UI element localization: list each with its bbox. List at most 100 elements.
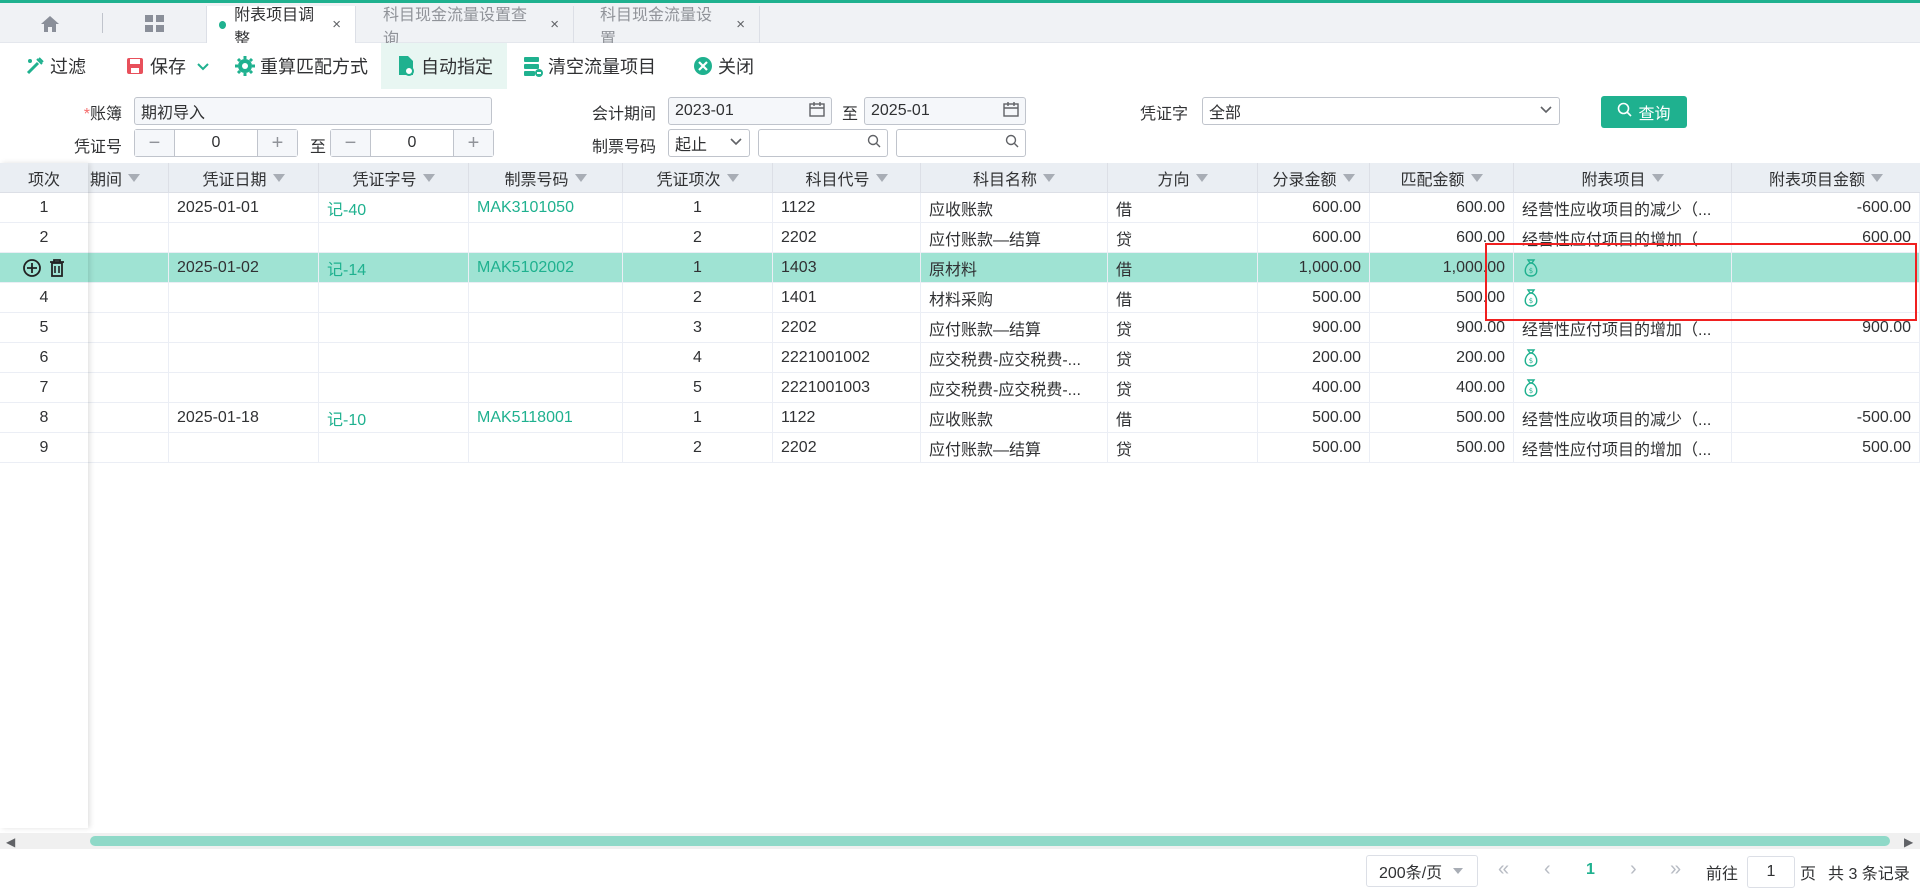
- scroll-right-arrow-icon[interactable]: ▶: [1904, 835, 1913, 849]
- filter-funnel-icon[interactable]: [272, 174, 285, 182]
- index-cell: 7: [0, 373, 88, 403]
- calendar-icon[interactable]: [809, 101, 825, 122]
- grid-menu-icon[interactable]: [140, 11, 170, 37]
- filter-funnel-icon[interactable]: [1195, 174, 1208, 182]
- money-bag-icon[interactable]: $: [1522, 378, 1540, 398]
- voucher-no-to-value[interactable]: 0: [371, 130, 453, 156]
- header-item[interactable]: 凭证项次: [623, 163, 773, 193]
- filter-funnel-icon[interactable]: [726, 174, 739, 182]
- header-dir[interactable]: 方向: [1108, 163, 1258, 193]
- recalc-match-button[interactable]: 重算匹配方式: [234, 43, 368, 89]
- ticket-from-input[interactable]: [758, 129, 888, 157]
- period-from-field[interactable]: 2023-01: [668, 97, 832, 125]
- save-dropdown-icon[interactable]: [196, 56, 210, 77]
- scrollbar-thumb[interactable]: [90, 836, 1890, 846]
- ticket-to-input[interactable]: [896, 129, 1026, 157]
- cell-sched[interactable]: 经营性应收项目的减少（...: [1514, 403, 1732, 433]
- cell-sched[interactable]: 经营性应付项目的增加（...: [1514, 433, 1732, 463]
- header-word[interactable]: 凭证字号: [319, 163, 469, 193]
- filter-funnel-icon[interactable]: [128, 174, 141, 182]
- index-text: 6: [39, 348, 49, 366]
- delete-row-icon[interactable]: [48, 258, 66, 278]
- filter-funnel-icon[interactable]: [1651, 174, 1664, 182]
- decrease-button[interactable]: −: [331, 130, 371, 156]
- next-page-icon[interactable]: ›: [1630, 858, 1637, 881]
- home-icon[interactable]: [28, 11, 72, 37]
- query-button[interactable]: 查询: [1601, 96, 1687, 128]
- prev-page-icon[interactable]: ‹: [1544, 858, 1551, 881]
- filter-funnel-icon[interactable]: [1470, 174, 1483, 182]
- decrease-button[interactable]: −: [135, 130, 175, 156]
- cell-text[interactable]: MAK5102002: [477, 259, 574, 277]
- filter-funnel-icon[interactable]: [1043, 174, 1055, 182]
- cell-text: 1: [693, 409, 702, 426]
- table-row[interactable]: 2025-01-01 记-40 MAK3101050 1 1122 应收账款 借 600.00…: [0, 193, 1920, 223]
- cell-sched[interactable]: $: [1514, 343, 1732, 373]
- filter-funnel-icon[interactable]: [574, 174, 587, 182]
- tab-close-icon[interactable]: ×: [736, 16, 745, 33]
- header-text: 分录金额: [1272, 172, 1337, 189]
- filter-funnel-icon[interactable]: [1871, 174, 1883, 182]
- ticket-mode-select[interactable]: 起止: [668, 129, 750, 157]
- cell-name: 应收账款: [921, 403, 1108, 433]
- cell-period: [88, 253, 169, 283]
- search-icon[interactable]: [1005, 134, 1019, 153]
- table-row[interactable]: 4 2221001002 应交税费-应交税费-... 贷 200.00 200.00 $: [0, 343, 1920, 373]
- page-size-select[interactable]: 200条/页: [1366, 855, 1478, 887]
- voucher-no-from-value[interactable]: 0: [175, 130, 257, 156]
- header-schedule[interactable]: 附表项目: [1514, 163, 1732, 193]
- last-page-icon[interactable]: »: [1670, 858, 1681, 881]
- tab-cashflow-setting[interactable]: 科目现金流量设置 ×: [575, 6, 760, 48]
- increase-button[interactable]: +: [453, 130, 493, 156]
- tab-cashflow-query[interactable]: 科目现金流量设置查询 ×: [357, 6, 574, 48]
- ledger-field[interactable]: 期初导入: [134, 97, 492, 125]
- header-ticket[interactable]: 制票号码: [469, 163, 623, 193]
- tab-schedule-adjust[interactable]: 附表项目调整 ×: [206, 6, 356, 48]
- voucher-no-from-stepper[interactable]: − 0 +: [134, 129, 298, 157]
- goto-page-input[interactable]: 1: [1747, 856, 1795, 888]
- filter-funnel-icon[interactable]: [1342, 174, 1355, 182]
- save-button[interactable]: 保存: [124, 43, 210, 89]
- header-name[interactable]: 科目名称: [921, 163, 1108, 193]
- horizontal-scrollbar[interactable]: ◀ ▶: [0, 833, 1920, 849]
- cell-text[interactable]: 记-14: [327, 256, 366, 280]
- filter-funnel-icon[interactable]: [422, 174, 435, 182]
- tab-close-icon[interactable]: ×: [550, 16, 559, 33]
- close-button[interactable]: 关闭: [692, 43, 754, 89]
- add-row-icon[interactable]: [22, 258, 42, 278]
- cell-text[interactable]: MAK5118001: [477, 409, 573, 427]
- table-row[interactable]: 2025-01-18 记-10 MAK5118001 1 1122 应收账款 借 500.00…: [0, 403, 1920, 433]
- header-schedule-amount[interactable]: 附表项目金额: [1732, 163, 1920, 193]
- search-icon[interactable]: [867, 134, 881, 153]
- period-to-field[interactable]: 2025-01: [864, 97, 1026, 125]
- cell-text[interactable]: 记-40: [327, 196, 366, 220]
- auto-assign-button[interactable]: 自动指定: [381, 43, 507, 89]
- header-amount[interactable]: 分录金额: [1258, 163, 1370, 193]
- cell-amount: 500.00: [1258, 433, 1370, 463]
- money-bag-icon[interactable]: $: [1522, 348, 1540, 368]
- increase-button[interactable]: +: [257, 130, 297, 156]
- header-period[interactable]: 期间: [88, 163, 169, 193]
- filter-funnel-icon[interactable]: [875, 174, 888, 182]
- table-row[interactable]: 5 2221001003 应交税费-应交税费-... 贷 400.00 400.00 $: [0, 373, 1920, 403]
- first-page-icon[interactable]: «: [1498, 858, 1509, 881]
- cell-text[interactable]: MAK3101050: [477, 199, 574, 217]
- header-code[interactable]: 科目代号: [773, 163, 921, 193]
- cell-sched[interactable]: 经营性应收项目的减少（...: [1514, 193, 1732, 223]
- header-date[interactable]: 凭证日期: [169, 163, 319, 193]
- cell-text: 900.00: [1862, 319, 1911, 336]
- scroll-left-arrow-icon[interactable]: ◀: [6, 835, 15, 849]
- cell-match: 600.00: [1370, 193, 1514, 223]
- cell-text[interactable]: 记-10: [327, 406, 366, 430]
- cell-sched[interactable]: $: [1514, 373, 1732, 403]
- voucher-word-select[interactable]: 全部: [1202, 97, 1560, 125]
- filter-button[interactable]: 过滤: [24, 43, 86, 89]
- tab-close-icon[interactable]: ×: [332, 16, 341, 33]
- cell-amount: 900.00: [1258, 313, 1370, 343]
- voucher-no-to-stepper[interactable]: − 0 +: [330, 129, 494, 157]
- calendar-icon[interactable]: [1003, 101, 1019, 122]
- current-page[interactable]: 1: [1586, 861, 1595, 879]
- header-match[interactable]: 匹配金额: [1370, 163, 1514, 193]
- table-row[interactable]: 2 2202 应付账款—结算 贷 500.00 500.00 经营性应付项目的增加（... 5…: [0, 433, 1920, 463]
- clear-flow-button[interactable]: 清空流量项目: [522, 43, 656, 89]
